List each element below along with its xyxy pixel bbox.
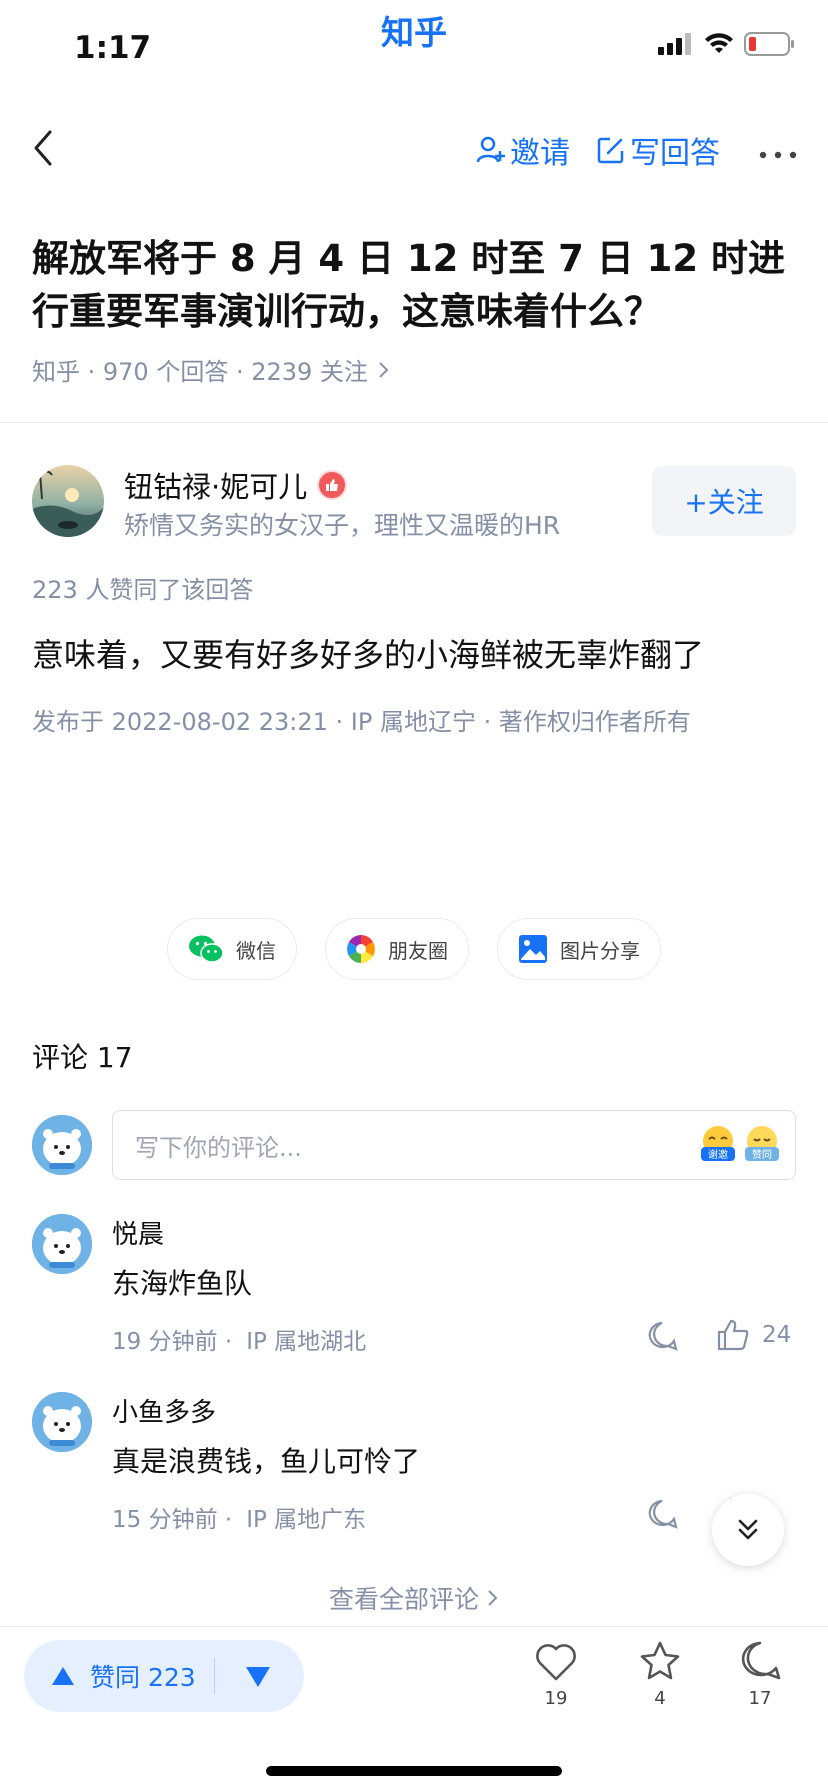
share-wechat-label: 微信 bbox=[236, 938, 276, 963]
vote-up-button[interactable]: 赞同 223 bbox=[24, 1640, 196, 1712]
comment-meta: 15 分钟前 · IP 属地广东 bbox=[112, 1500, 366, 1534]
vote-separator bbox=[214, 1658, 215, 1694]
image-share-icon bbox=[519, 935, 547, 963]
comment-input[interactable]: 写下你的评论... 谢邀 赞同 bbox=[112, 1110, 796, 1180]
view-all-comments-link[interactable]: 查看全部评论 bbox=[0, 1580, 828, 1616]
comment-count: 17 bbox=[748, 1688, 772, 1709]
comment-avatar[interactable] bbox=[32, 1214, 92, 1274]
battery-icon bbox=[744, 32, 794, 56]
question-meta-text: 知乎 · 970 个回答 · 2239 关注 bbox=[32, 358, 368, 386]
question-meta[interactable]: 知乎 · 970 个回答 · 2239 关注 bbox=[32, 352, 390, 387]
chevron-right-icon bbox=[488, 1590, 498, 1606]
scroll-down-button[interactable] bbox=[712, 1494, 784, 1566]
comment-author-name[interactable]: 悦晨 bbox=[112, 1214, 164, 1251]
bear-avatar-icon bbox=[32, 1115, 92, 1175]
home-indicator bbox=[266, 1766, 562, 1776]
comment-like-count: 24 bbox=[762, 1322, 792, 1348]
double-chevron-down-icon bbox=[738, 1519, 758, 1540]
vote-up-label: 赞同 223 bbox=[90, 1663, 196, 1692]
comments-heading: 评论 17 bbox=[32, 1041, 133, 1074]
comment-time: 15 分钟前 · bbox=[112, 1507, 233, 1533]
emoji-thanks-icon[interactable]: 谢邀 bbox=[699, 1125, 737, 1165]
triangle-up-icon bbox=[52, 1667, 74, 1685]
status-icons bbox=[658, 32, 796, 56]
like-count: 19 bbox=[544, 1688, 568, 1709]
comment-button[interactable]: 17 bbox=[738, 1640, 782, 1709]
favorite-count: 4 bbox=[654, 1688, 666, 1709]
write-answer-button[interactable]: 写回答 bbox=[596, 128, 720, 172]
comment-bubble-icon bbox=[741, 1641, 781, 1680]
star-icon bbox=[640, 1641, 680, 1680]
comment-reply-button[interactable] bbox=[646, 1320, 678, 1356]
landscape-avatar-image bbox=[32, 465, 104, 537]
comment-meta: 19 分钟前 · IP 属地湖北 bbox=[112, 1322, 366, 1356]
wifi-icon bbox=[705, 33, 733, 53]
reply-bubble-icon bbox=[648, 1321, 678, 1351]
invite-label: 邀请 bbox=[510, 136, 570, 171]
comment-avatar[interactable] bbox=[32, 1392, 92, 1452]
signal-icon bbox=[658, 33, 691, 55]
back-chevron-icon bbox=[34, 130, 52, 166]
thumbs-up-badge-icon bbox=[317, 470, 348, 500]
moments-aperture-icon bbox=[347, 935, 375, 963]
share-wechat-button[interactable]: 微信 bbox=[167, 918, 297, 980]
favorite-button[interactable]: 4 bbox=[638, 1640, 682, 1709]
comment-ip: IP 属地湖北 bbox=[246, 1329, 367, 1355]
comment-text: 真是浪费钱，鱼儿可怜了 bbox=[112, 1445, 421, 1478]
author-name-text: 钮钴禄·妮可儿 bbox=[124, 470, 308, 504]
back-button[interactable] bbox=[30, 128, 60, 168]
triangle-down-icon bbox=[246, 1667, 270, 1687]
divider bbox=[0, 422, 828, 423]
share-moments-label: 朋友圈 bbox=[388, 938, 448, 963]
nav-actions: 邀请 写回答 bbox=[476, 128, 798, 172]
svg-text:谢邀: 谢邀 bbox=[708, 1148, 728, 1161]
comment-reply-button[interactable] bbox=[646, 1498, 678, 1534]
like-button[interactable]: 19 bbox=[534, 1642, 578, 1709]
comment-like-button[interactable]: 24 bbox=[716, 1318, 791, 1352]
svg-text:赞同: 赞同 bbox=[752, 1148, 772, 1161]
emoji-agree-icon[interactable]: 赞同 bbox=[743, 1125, 781, 1165]
edit-icon bbox=[597, 137, 624, 164]
wechat-icon bbox=[189, 935, 224, 963]
write-answer-label: 写回答 bbox=[630, 136, 720, 171]
share-moments-button[interactable]: 朋友圈 bbox=[325, 918, 469, 980]
more-dots-icon bbox=[759, 151, 797, 158]
share-row: 微信 朋友圈 图片分享 bbox=[0, 918, 828, 980]
comment-time: 19 分钟前 · bbox=[112, 1329, 233, 1355]
comment-input-placeholder: 写下你的评论... bbox=[135, 1133, 302, 1162]
vote-control: 赞同 223 bbox=[24, 1640, 304, 1712]
heart-icon bbox=[536, 1644, 576, 1681]
invite-user-icon bbox=[476, 136, 505, 163]
bear-avatar-icon bbox=[32, 1392, 92, 1452]
vote-summary: 223 人赞同了该回答 bbox=[32, 576, 254, 604]
answer-content: 意味着，又要有好多好多的小海鲜被无辜炸翻了 bbox=[32, 636, 705, 674]
chevron-right-icon bbox=[379, 361, 389, 378]
follow-button[interactable]: +关注 bbox=[652, 466, 796, 536]
comment-author-name[interactable]: 小鱼多多 bbox=[112, 1392, 216, 1429]
question-title[interactable]: 解放军将于 8 月 4 日 12 时至 7 日 12 时进行重要军事演训行动，这… bbox=[32, 232, 802, 338]
reply-bubble-icon bbox=[648, 1499, 678, 1529]
invite-button[interactable]: 邀请 bbox=[476, 128, 570, 172]
comment-ip: IP 属地广东 bbox=[246, 1507, 367, 1533]
author-avatar[interactable] bbox=[32, 465, 104, 537]
answer-meta: 发布于 2022-08-02 23:21 · IP 属地辽宁 · 著作权归作者所… bbox=[32, 708, 691, 736]
more-button[interactable] bbox=[758, 133, 798, 168]
comment-text: 东海炸鱼队 bbox=[112, 1267, 253, 1300]
my-avatar[interactable] bbox=[32, 1115, 92, 1175]
share-image-button[interactable]: 图片分享 bbox=[497, 918, 661, 980]
bear-avatar-icon bbox=[32, 1214, 92, 1274]
author-bio: 矫情又务实的女汉子，理性又温暖的HR bbox=[124, 511, 561, 540]
thumbs-up-icon bbox=[717, 1319, 749, 1351]
view-all-label: 查看全部评论 bbox=[328, 1585, 479, 1614]
share-image-label: 图片分享 bbox=[560, 938, 640, 963]
author-name[interactable]: 钮钴禄·妮可儿 bbox=[124, 464, 348, 506]
